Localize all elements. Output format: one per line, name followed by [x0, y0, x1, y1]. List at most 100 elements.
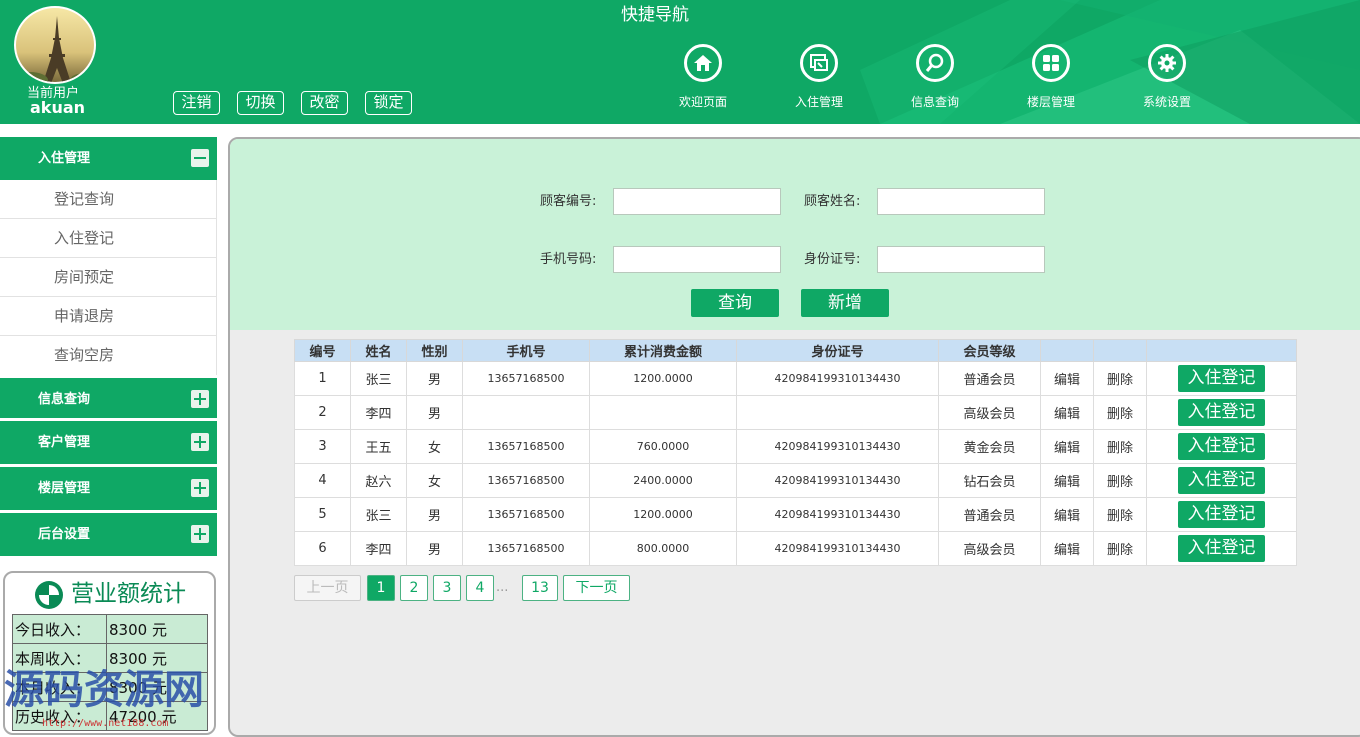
delete-link[interactable]: 删除	[1093, 395, 1147, 430]
menu-group-label: 后台设置	[38, 527, 91, 542]
cell-amount: 800.0000	[589, 531, 737, 566]
edit-link[interactable]: 编辑	[1040, 531, 1094, 566]
customer-name-input[interactable]	[877, 188, 1045, 215]
pagination-ellipsis: ...	[496, 580, 509, 595]
menu-group-customer[interactable]: 客户管理	[0, 421, 217, 467]
expand-icon[interactable]	[191, 433, 209, 451]
col-checkin	[1146, 339, 1297, 362]
edit-link[interactable]: 编辑	[1040, 361, 1094, 396]
delete-link[interactable]: 删除	[1093, 497, 1147, 532]
cell-phone: 13657168500	[462, 531, 590, 566]
prev-page-button[interactable]: 上一页	[294, 575, 361, 601]
table-row: 1 张三男 13657168500 1200.0000 4209841993101344…	[294, 361, 1297, 396]
cell-name: 李四	[350, 395, 407, 430]
menu-group-checkin[interactable]: 入住管理	[0, 137, 217, 180]
checkin-cell: 入住登记	[1146, 395, 1297, 430]
checkin-button[interactable]: 入住登记	[1178, 433, 1265, 460]
user-avatar[interactable]	[14, 6, 96, 84]
col-delete	[1093, 339, 1147, 362]
sidebar-item-checkout-request[interactable]: 申请退房	[0, 297, 217, 336]
expand-icon[interactable]	[191, 390, 209, 408]
stats-label: 今日收入：	[12, 614, 107, 644]
edit-link[interactable]: 编辑	[1040, 395, 1094, 430]
quick-nav-title: 快捷导航	[621, 5, 689, 25]
menu-group-label: 信息查询	[38, 392, 91, 407]
page-13-button[interactable]: 13	[522, 575, 558, 601]
sidebar-item-checkin-register[interactable]: 入住登记	[0, 219, 217, 258]
nav-system-settings[interactable]: 系统设置	[1122, 44, 1212, 114]
edit-link[interactable]: 编辑	[1040, 497, 1094, 532]
collapse-icon[interactable]	[191, 149, 209, 167]
customer-id-label: 顾客编号:	[540, 194, 597, 209]
page-2-button[interactable]: 2	[400, 575, 428, 601]
nav-floor-manage-label: 楼层管理	[1026, 95, 1075, 109]
page-1-button[interactable]: 1	[367, 575, 395, 601]
menu-group-info-query[interactable]: 信息查询	[0, 375, 217, 421]
cell-level: 高级会员	[938, 395, 1041, 430]
lock-button[interactable]: 锁定	[365, 91, 412, 115]
expand-icon[interactable]	[191, 525, 209, 543]
checkin-button[interactable]: 入住登记	[1178, 399, 1265, 426]
search-icon	[925, 53, 944, 72]
cell-phone	[462, 395, 590, 430]
checkin-button[interactable]: 入住登记	[1178, 467, 1265, 494]
watermark-text: 源码资源网	[4, 666, 204, 713]
menu-group-backend[interactable]: 后台设置	[0, 513, 217, 559]
sidebar-item-register-query[interactable]: 登记查询	[0, 180, 217, 219]
logout-button[interactable]: 注销	[173, 91, 220, 115]
delete-link[interactable]: 删除	[1093, 463, 1147, 498]
cell-phone: 13657168500	[462, 361, 590, 396]
delete-link[interactable]: 删除	[1093, 361, 1147, 396]
table-row: 2 李四男 高级会员 编辑 删除 入住登记	[294, 395, 1297, 430]
delete-link[interactable]: 删除	[1093, 531, 1147, 566]
cell-amount	[589, 395, 737, 430]
nav-checkin[interactable]: 入住管理	[774, 44, 864, 114]
checkin-button[interactable]: 入住登记	[1178, 535, 1265, 562]
sidebar: 入住管理 登记查询 入住登记 房间预定 申请退房 查询空房 信息查询 客户管理 …	[0, 137, 217, 559]
cell-idcard: 420984199310134430	[736, 463, 939, 498]
cell-id: 5	[294, 497, 351, 532]
col-phone: 手机号	[462, 339, 590, 362]
next-page-button[interactable]: 下一页	[563, 575, 630, 601]
edit-link[interactable]: 编辑	[1040, 463, 1094, 498]
col-level: 会员等级	[938, 339, 1041, 362]
idcard-input[interactable]	[877, 246, 1045, 273]
watermark-url: http://www.net188.com	[42, 718, 169, 729]
add-button[interactable]: 新增	[801, 289, 889, 317]
query-button[interactable]: 查询	[691, 289, 779, 317]
nav-welcome[interactable]: 欢迎页面	[658, 44, 748, 114]
home-icon	[694, 55, 712, 71]
checkin-button[interactable]: 入住登记	[1178, 501, 1265, 528]
cell-level: 钻石会员	[938, 463, 1041, 498]
page-3-button[interactable]: 3	[433, 575, 461, 601]
page-4-button[interactable]: 4	[466, 575, 494, 601]
cell-level: 高级会员	[938, 531, 1041, 566]
nav-info-query[interactable]: 信息查询	[890, 44, 980, 114]
menu-group-label: 入住管理	[38, 151, 91, 166]
col-amount: 累计消费金额	[589, 339, 737, 362]
cell-id: 1	[294, 361, 351, 396]
delete-link[interactable]: 删除	[1093, 429, 1147, 464]
cell-phone: 13657168500	[462, 463, 590, 498]
cell-idcard	[736, 395, 939, 430]
switch-user-button[interactable]: 切换	[237, 91, 284, 115]
checkin-cell: 入住登记	[1146, 531, 1297, 566]
nav-system-settings-label: 系统设置	[1142, 95, 1191, 109]
customer-id-input[interactable]	[613, 188, 781, 215]
sidebar-item-empty-rooms[interactable]: 查询空房	[0, 336, 217, 375]
cell-gender: 男	[406, 395, 463, 430]
phone-input[interactable]	[613, 246, 781, 273]
cell-phone: 13657168500	[462, 497, 590, 532]
sidebar-item-room-booking[interactable]: 房间预定	[0, 258, 217, 297]
expand-icon[interactable]	[191, 479, 209, 497]
nav-floor-manage[interactable]: 楼层管理	[1006, 44, 1096, 114]
checkin-cell: 入住登记	[1146, 429, 1297, 464]
cell-id: 3	[294, 429, 351, 464]
phone-label: 手机号码:	[540, 252, 597, 267]
cell-gender: 男	[406, 497, 463, 532]
edit-link[interactable]: 编辑	[1040, 429, 1094, 464]
change-password-button[interactable]: 改密	[301, 91, 348, 115]
checkin-cell: 入住登记	[1146, 497, 1297, 532]
menu-group-floor[interactable]: 楼层管理	[0, 467, 217, 513]
checkin-button[interactable]: 入住登记	[1178, 365, 1265, 392]
